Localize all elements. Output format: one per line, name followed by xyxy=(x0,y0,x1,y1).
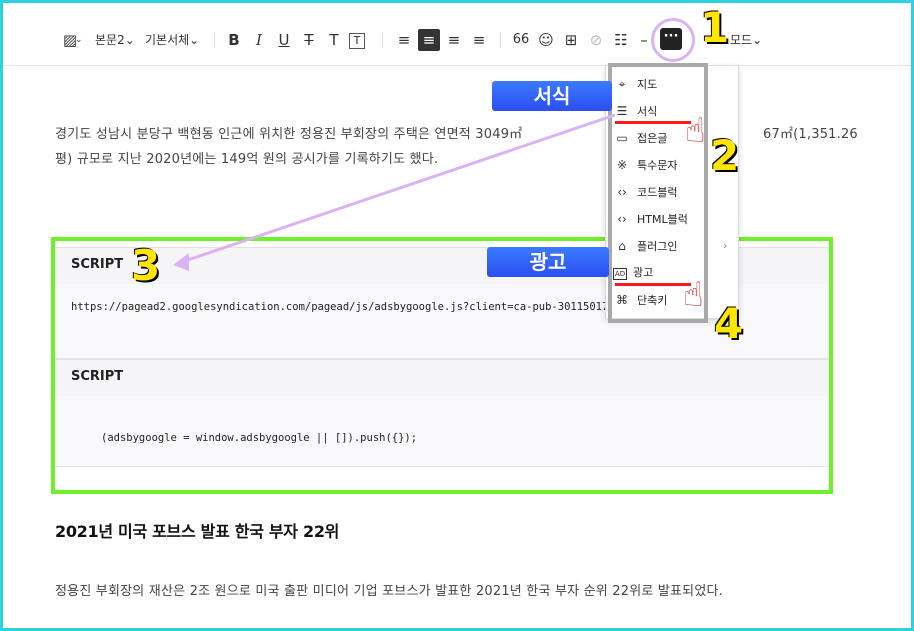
pointing-hand-icon: ☝ xyxy=(685,111,706,151)
step-number-2: 2 xyxy=(710,131,740,180)
step-number-3: 3 xyxy=(131,241,161,290)
step-number-1: 1 xyxy=(700,3,730,52)
editor-window: ▨ ⌄ 본문2⌄ 기본서체⌄ B I U T T T ≡ ≡ ≡ ≡ 66 ☺ … xyxy=(0,0,914,631)
pointing-hand-icon: ☝ xyxy=(683,275,704,315)
annotation-arrow xyxy=(173,113,616,271)
step-number-4: 4 xyxy=(714,299,744,348)
